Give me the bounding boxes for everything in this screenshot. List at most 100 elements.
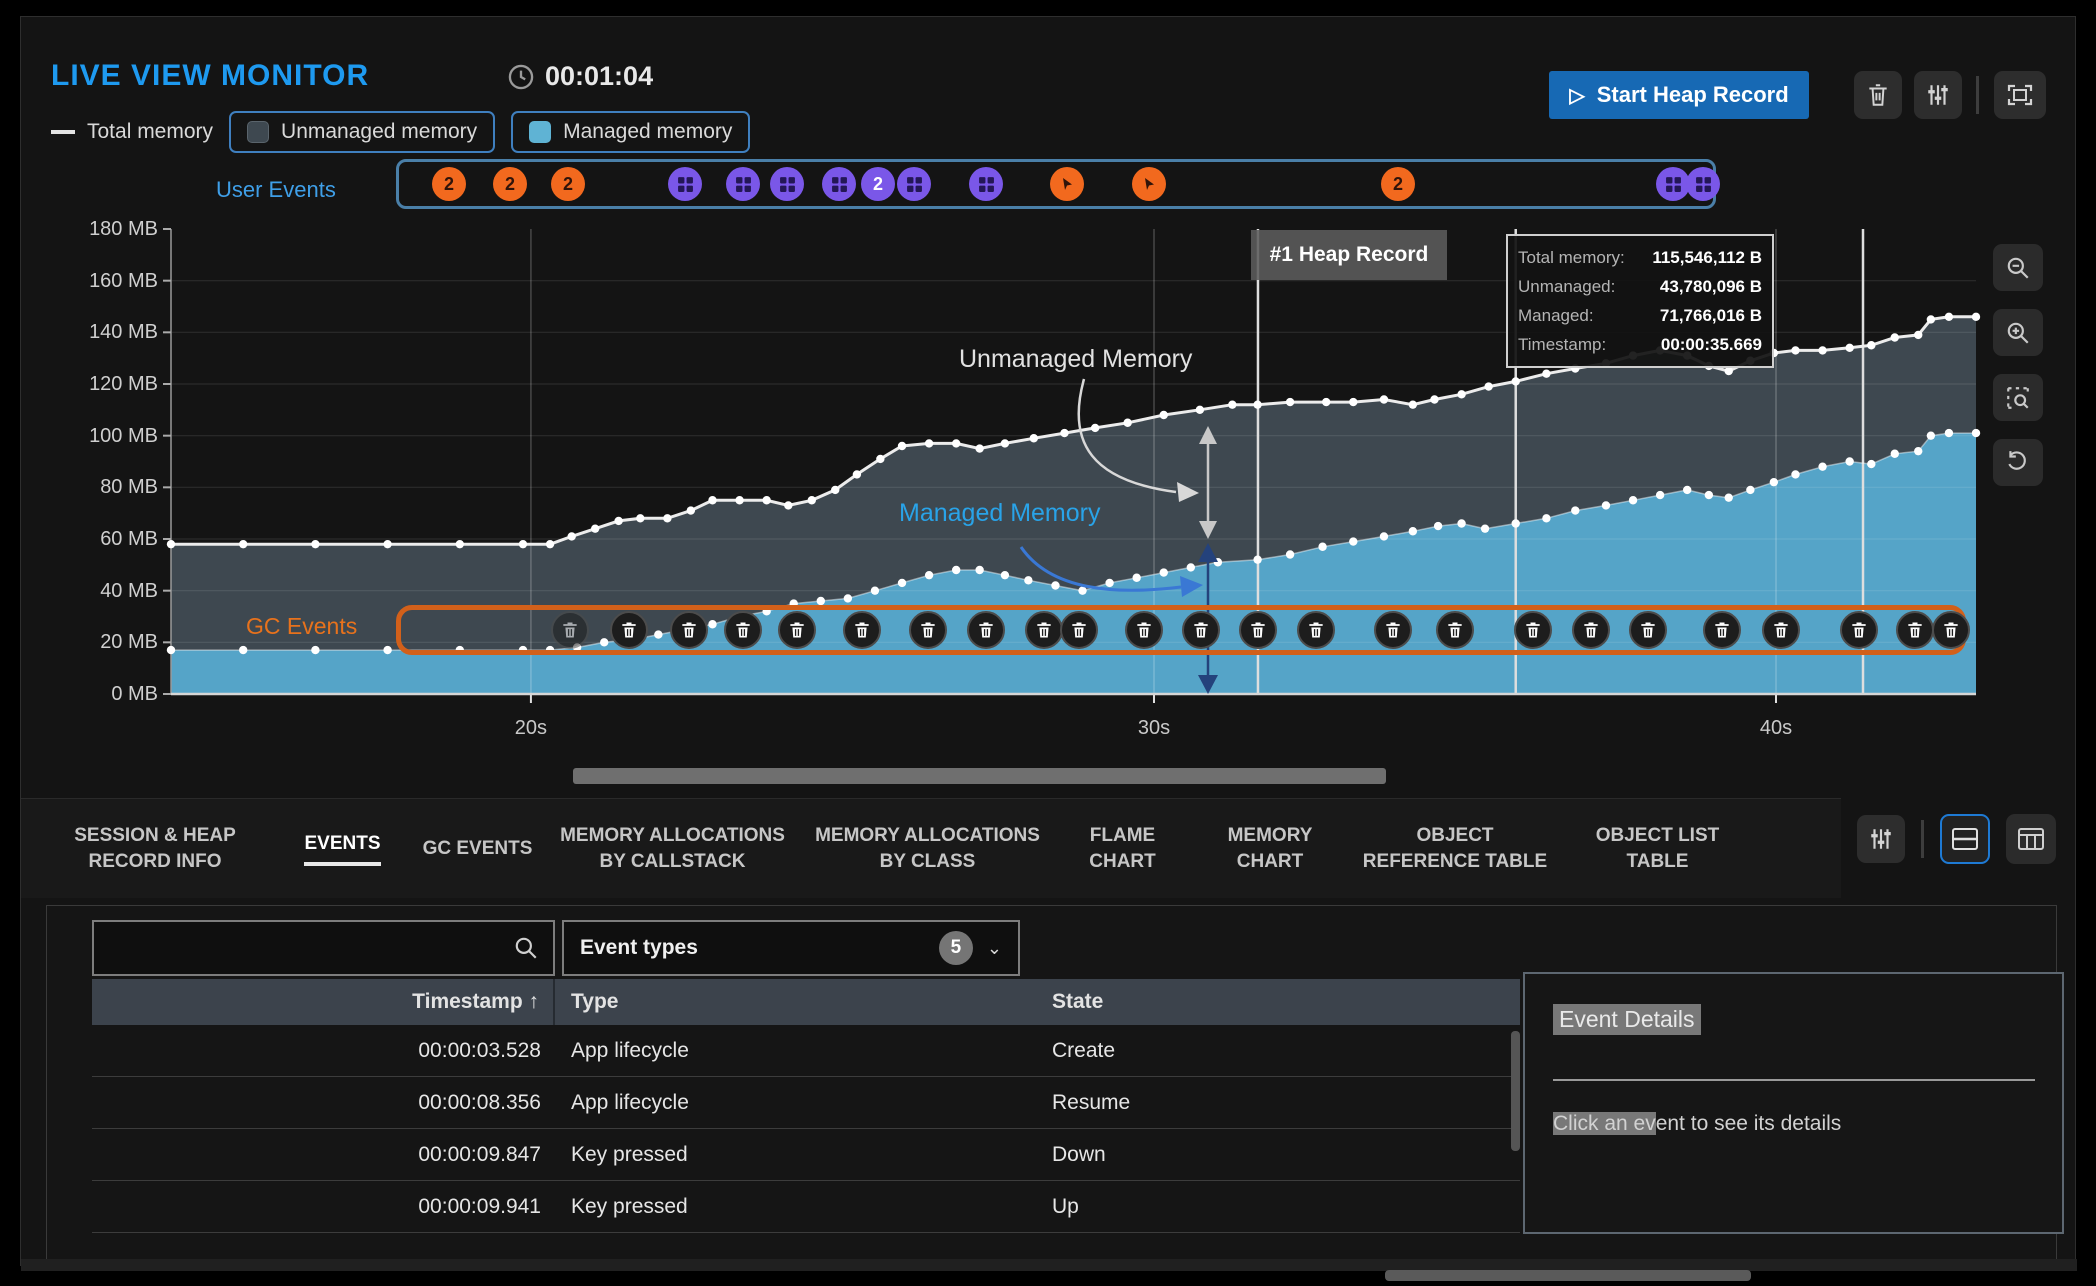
event-search-box[interactable] [92,920,555,976]
zoom-out-button[interactable] [1993,244,2043,291]
event-details-divider [1553,1079,2035,1081]
bottom-scroll-track [21,1259,2077,1271]
gc-event-marker[interactable] [610,611,648,649]
tooltip-row: Total memory:115,546,112 B [1518,243,1762,272]
events-table-header: Timestamp ↑ Type State [92,979,1520,1025]
trash-glyph [1306,620,1326,640]
bottom-horizontal-scrollbar[interactable] [1385,1270,1751,1281]
gc-event-marker[interactable] [1060,611,1098,649]
tooltip-value: 71,766,016 B [1660,301,1762,330]
memory-chart[interactable]: 180 MB160 MB140 MB120 MB100 MB80 MB60 MB… [21,17,2077,797]
cell-state: Up [1032,1181,1518,1232]
events-table-scrollbar[interactable] [1511,1031,1520,1151]
gc-event-marker[interactable] [1703,611,1741,649]
zoom-out-icon [2005,255,2031,281]
gc-event-marker[interactable] [1840,611,1878,649]
table-row[interactable]: 00:00:09.847Key pressedDown [92,1129,1520,1181]
trash-glyph [1445,620,1465,640]
y-axis-label: 160 MB [43,270,158,293]
live-view-monitor-window: LIVE VIEW MONITOR 00:01:04 ▷ Start Heap … [20,16,2076,1266]
tab-memory-chart[interactable]: MEMORY CHART [1190,799,1350,899]
tab-flame-chart[interactable]: FLAME CHART [1055,799,1190,899]
trash-glyph [918,620,938,640]
trash-glyph [1134,620,1154,640]
trash-glyph [619,620,639,640]
zoom-selection-button[interactable] [1993,374,2043,421]
gc-event-marker[interactable] [1374,611,1412,649]
tooltip-value: 115,546,112 B [1652,243,1762,272]
tooltip-label: Timestamp: [1518,330,1606,359]
tab-toolbar [1857,814,2056,864]
gc-event-marker[interactable] [778,611,816,649]
y-axis-label: 40 MB [43,580,158,603]
gc-event-marker[interactable] [909,611,947,649]
column-header-state[interactable]: State [1032,979,1518,1025]
x-axis-label: 30s [1138,717,1170,740]
gc-event-marker[interactable] [1297,611,1335,649]
zoom-reset-button[interactable] [1993,439,2043,486]
table-row[interactable]: 00:00:03.528App lifecycleCreate [92,1025,1520,1077]
tab-toolbar-divider [1921,820,1924,858]
cell-timestamp: 00:00:09.847 [92,1129,555,1180]
grid-layout-icon [2017,826,2045,852]
layout-split-horizontal-button[interactable] [1940,814,1990,864]
tab-memory-allocations-by-callstack[interactable]: MEMORY ALLOCATIONS BY CALLSTACK [545,799,800,899]
unmanaged-memory-annotation: Unmanaged Memory [959,345,1192,374]
event-types-dropdown[interactable]: Event types 5 ⌄ [562,920,1020,976]
tab-events[interactable]: EVENTS [275,799,410,899]
column-header-timestamp[interactable]: Timestamp ↑ [92,979,555,1025]
trash-glyph [1523,620,1543,640]
tab-label: SESSION & HEAP RECORD INFO [43,823,267,875]
gc-event-marker[interactable] [1125,611,1163,649]
gc-event-marker[interactable] [1514,611,1552,649]
search-input[interactable] [108,937,513,960]
tab-session-heap-record-info[interactable]: SESSION & HEAP RECORD INFO [35,799,275,899]
gc-event-marker[interactable] [1182,611,1220,649]
trash-glyph [1581,620,1601,640]
gc-event-marker[interactable] [843,611,881,649]
gc-event-marker[interactable] [1896,611,1934,649]
table-row[interactable]: 00:00:08.356App lifecycleResume [92,1077,1520,1129]
gc-event-marker[interactable] [1436,611,1474,649]
y-axis-label: 140 MB [43,321,158,344]
zoom-in-icon [2005,320,2031,346]
chart-zoom-toolbar [1993,244,2043,486]
table-row[interactable]: 00:00:09.941Key pressedUp [92,1181,1520,1233]
cell-type: Key pressed [555,1181,1032,1232]
split-horizontal-icon [1951,826,1979,852]
trash-glyph [1941,620,1961,640]
tab-gc-events[interactable]: GC EVENTS [410,799,545,899]
chevron-down-icon: ⌄ [987,938,1002,959]
table-settings-button[interactable] [1857,815,1905,863]
tab-memory-allocations-by-class[interactable]: MEMORY ALLOCATIONS BY CLASS [800,799,1055,899]
gc-event-marker[interactable] [1239,611,1277,649]
tab-label: FLAME CHART [1063,823,1182,875]
y-axis-label: 0 MB [43,683,158,706]
cell-timestamp: 00:00:03.528 [92,1025,555,1076]
cell-state: Down [1032,1129,1518,1180]
gc-event-marker[interactable] [1932,611,1970,649]
zoom-in-button[interactable] [1993,309,2043,356]
cell-type: Key pressed [555,1129,1032,1180]
gc-event-marker[interactable] [1762,611,1800,649]
gc-event-marker[interactable] [670,611,708,649]
gc-event-marker[interactable] [1572,611,1610,649]
layout-grid-button[interactable] [2006,814,2056,864]
gc-event-marker[interactable] [724,611,762,649]
cell-type: App lifecycle [555,1077,1032,1128]
trash-glyph [787,620,807,640]
tab-object-list-table[interactable]: OBJECT LIST TABLE [1560,799,1755,899]
trash-glyph [1849,620,1869,640]
column-header-type[interactable]: Type [555,979,1032,1025]
zoom-selection-icon [2005,385,2031,411]
trash-glyph [560,620,580,640]
gc-event-marker[interactable] [967,611,1005,649]
gc-event-marker[interactable] [1025,611,1063,649]
trash-glyph [1069,620,1089,640]
gc-event-marker[interactable] [551,611,589,649]
heap-record-marker-label[interactable]: #1 Heap Record [1251,230,1447,280]
chart-horizontal-scrollbar[interactable] [573,768,1386,784]
y-axis-label: 60 MB [43,528,158,551]
tab-object-reference-table[interactable]: OBJECT REFERENCE TABLE [1350,799,1560,899]
gc-event-marker[interactable] [1629,611,1667,649]
